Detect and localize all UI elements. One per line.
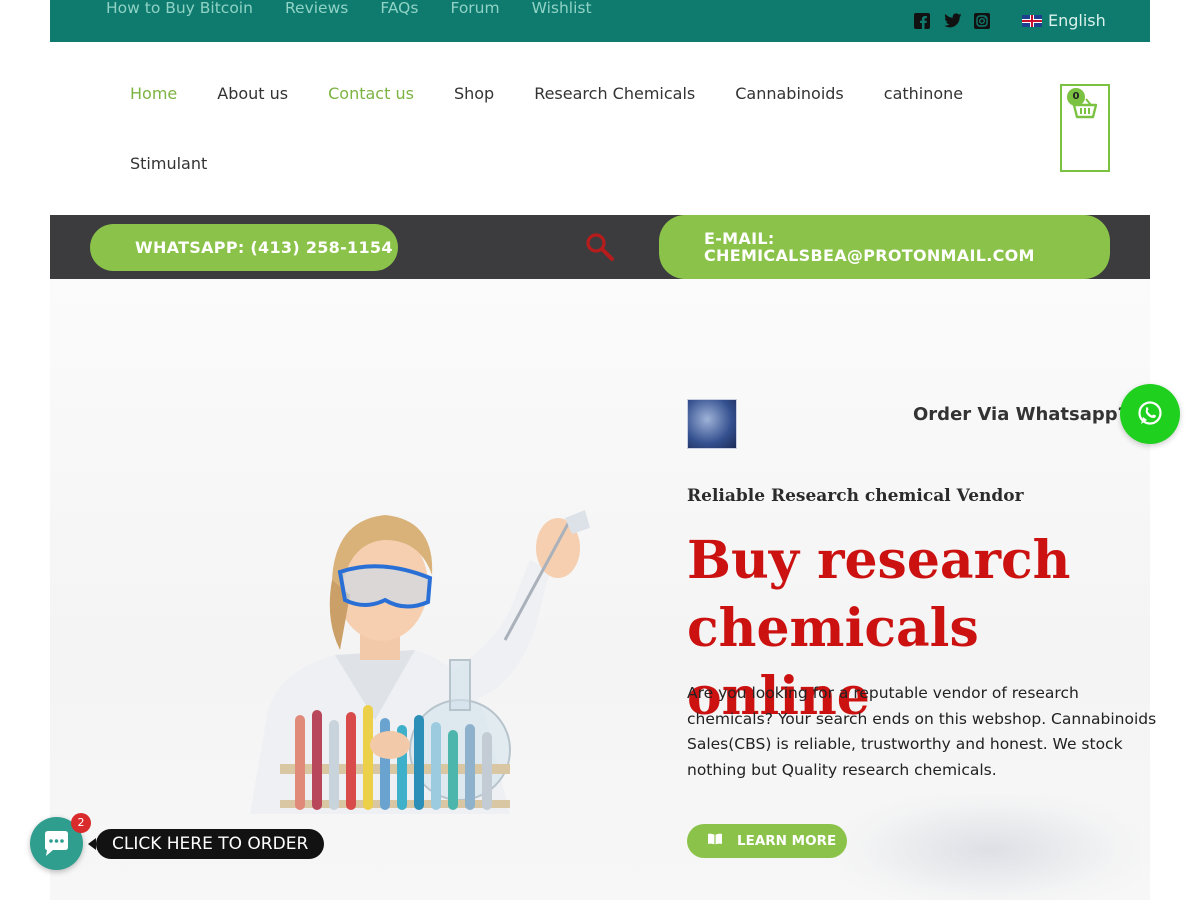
hero-tagline: Reliable Research chemical Vendor <box>687 486 1024 506</box>
search-icon[interactable] <box>585 232 615 266</box>
top-nav-wishlist[interactable]: Wishlist <box>532 0 592 17</box>
whatsapp-chat-button[interactable] <box>1120 384 1180 444</box>
nav-contact-us[interactable]: Contact us <box>328 84 414 103</box>
email-label: E-MAIL: <box>704 229 775 248</box>
twitter-icon[interactable] <box>944 13 962 29</box>
learn-more-label: LEARN MORE <box>737 833 837 849</box>
hero-description: Are you looking for a reputable vendor o… <box>687 684 1157 780</box>
uk-flag-icon <box>1022 14 1042 27</box>
whatsapp-icon <box>1138 401 1162 425</box>
hero-background-decoration <box>840 795 1140 900</box>
notification-badge: 2 <box>71 813 91 833</box>
social-links <box>914 13 990 29</box>
cart-button[interactable]: 0 <box>1060 84 1110 172</box>
page: How to Buy Bitcoin Reviews FAQs Forum Wi… <box>0 0 1200 900</box>
facebook-icon[interactable] <box>914 13 930 29</box>
order-via-whatsapp-label: Order Via Whatsapp? <box>913 404 1129 425</box>
basket-icon <box>1072 98 1098 124</box>
main-nav: Home About us Contact us Shop Research C… <box>130 82 990 174</box>
top-nav-how-to-buy-bitcoin[interactable]: How to Buy Bitcoin <box>106 0 253 17</box>
top-nav: How to Buy Bitcoin Reviews FAQs Forum Wi… <box>106 0 624 17</box>
learn-more-button[interactable]: LEARN MORE <box>687 824 847 858</box>
instagram-icon[interactable] <box>974 13 990 29</box>
nav-shop[interactable]: Shop <box>454 84 494 103</box>
book-icon <box>707 833 723 849</box>
scientist-image <box>240 500 620 814</box>
language-switcher[interactable]: English <box>1022 11 1106 30</box>
nav-about-us[interactable]: About us <box>217 84 288 103</box>
nav-cannabinoids[interactable]: Cannabinoids <box>735 84 844 103</box>
language-label: English <box>1048 11 1106 30</box>
product-thumbnail[interactable] <box>687 399 737 449</box>
top-nav-reviews[interactable]: Reviews <box>285 0 348 17</box>
main-nav-row: Stimulant <box>130 152 990 174</box>
top-nav-forum[interactable]: Forum <box>450 0 499 17</box>
whatsapp-contact-button[interactable]: WHATSAPP: (413) 258-1154 <box>90 224 398 271</box>
nav-stimulant[interactable]: Stimulant <box>130 154 207 173</box>
nav-research-chemicals[interactable]: Research Chemicals <box>534 84 695 103</box>
email-address: CHEMICALSBEA@PROTONMAIL.COM <box>704 246 1035 265</box>
main-nav-row: Home About us Contact us Shop Research C… <box>130 82 990 104</box>
email-contact-button[interactable]: E-MAIL: CHEMICALSBEA@PROTONMAIL.COM <box>659 215 1110 279</box>
top-nav-faqs[interactable]: FAQs <box>380 0 418 17</box>
nav-home[interactable]: Home <box>130 84 177 103</box>
nav-cathinone[interactable]: cathinone <box>884 84 963 103</box>
hero-headline-line: Buy research <box>687 530 1071 591</box>
click-to-order-label[interactable]: CLICK HERE TO ORDER <box>87 829 325 859</box>
top-bar: How to Buy Bitcoin Reviews FAQs Forum Wi… <box>50 0 1150 42</box>
